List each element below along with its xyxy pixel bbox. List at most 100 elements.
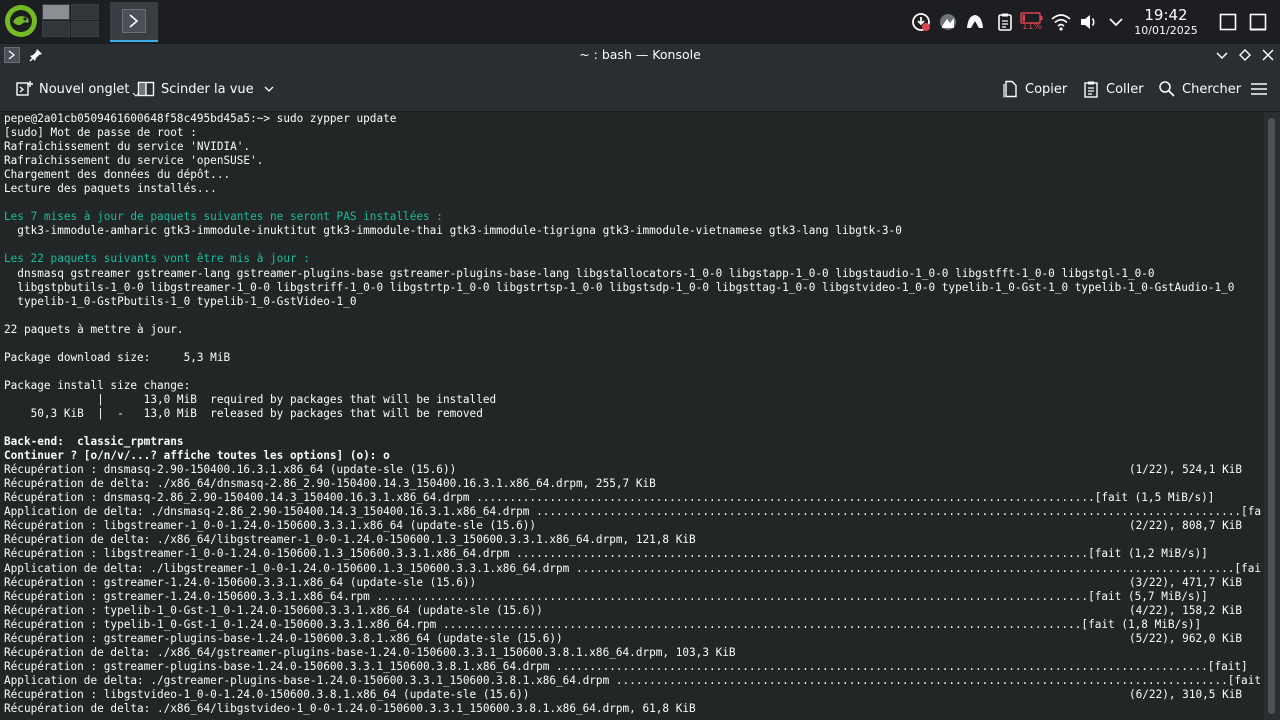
window-title: ~ : bash — Konsole xyxy=(579,47,701,62)
terminal-line-progress: (2/22), 808,7 KiB xyxy=(1128,519,1262,533)
clock-time[interactable]: 19:42 xyxy=(1128,6,1204,24)
window-overview-icon[interactable] xyxy=(1218,12,1238,32)
window-titlebar[interactable]: ~ : bash — Konsole xyxy=(0,44,1280,66)
terminal-line: pepe@2a01cb0509461600648f58c495bd45a5:~>… xyxy=(4,112,1262,126)
terminal-line: Récupération : gstreamer-1.24.0-150600.3… xyxy=(4,576,1262,590)
terminal-output[interactable]: pepe@2a01cb0509461600648f58c495bd45a5:~>… xyxy=(0,112,1264,720)
terminal-line-text: libgstpbutils-1_0-0 libgstreamer-1_0-0 l… xyxy=(4,280,1235,294)
terminal-line: Récupération : libgstvideo-1_0-0-1.24.0-… xyxy=(4,688,1262,702)
desktop-1[interactable] xyxy=(42,4,70,20)
terminal-line: Continuer ? [o/n/v/...? affiche toutes l… xyxy=(4,449,1262,463)
minimize-button[interactable] xyxy=(1214,47,1230,63)
terminal-line: Lecture des paquets installés... xyxy=(4,182,1262,196)
terminal-line-text: Rafraîchissement du service 'openSUSE'. xyxy=(4,154,264,168)
search-button[interactable]: Chercher xyxy=(1158,74,1241,104)
terminal-line-text: Rafraîchissement du service 'NVIDIA'. xyxy=(4,140,251,154)
terminal-line: Récupération : typelib-1_0-Gst-1_0-1.24.… xyxy=(4,604,1262,618)
virtual-desktop-pager[interactable] xyxy=(42,4,100,38)
desktop-4[interactable] xyxy=(71,21,99,37)
terminal-line-text: Récupération de delta: ./x86_64/dnsmasq-… xyxy=(4,477,656,491)
copy-label: Copier xyxy=(1025,81,1068,97)
terminal-line: Récupération : libgstreamer-1_0-0-1.24.0… xyxy=(4,519,1262,533)
terminal-line: Récupération : gstreamer-plugins-base-1.… xyxy=(4,660,1262,674)
terminal-line: Récupération : dnsmasq-2.86_2.90-150400.… xyxy=(4,491,1262,505)
maximize-button[interactable] xyxy=(1237,47,1253,63)
terminal-line-text: gtk3-immodule-amharic gtk3-immodule-inuk… xyxy=(4,224,902,238)
konsole-toolbar: Nouvel onglet Scinder la vue Copier Coll… xyxy=(0,66,1280,112)
terminal-line: Récupération de delta: ./x86_64/gstreame… xyxy=(4,646,1262,660)
vault-icon[interactable] xyxy=(938,12,958,32)
terminal-line: Récupération : typelib-1_0-Gst-1_0-1.24.… xyxy=(4,618,1262,632)
copy-button[interactable]: Copier xyxy=(1001,74,1067,104)
terminal-line: Récupération de delta: ./x86_64/libgstre… xyxy=(4,533,1262,547)
terminal-line-text: Récupération : libgstreamer-1_0-0-1.24.0… xyxy=(4,547,1208,561)
paste-button[interactable]: Coller xyxy=(1082,74,1144,104)
terminal-line-progress: (4/22), 158,2 KiB xyxy=(1128,603,1262,617)
desktop-2[interactable] xyxy=(71,4,99,20)
terminal-line-text: Application de delta: ./libgstreamer-1_0… xyxy=(4,561,1262,575)
terminal-line-text: typelib-1_0-GstPbutils-1_0 typelib-1_0-G… xyxy=(4,294,357,308)
copy-icon xyxy=(1003,80,1017,98)
desktop-3[interactable] xyxy=(42,21,70,37)
terminal-line: gtk3-immodule-amharic gtk3-immodule-inuk… xyxy=(4,224,1262,238)
terminal-line: Application de delta: ./dnsmasq-2.86_2.9… xyxy=(4,505,1262,519)
terminal-line-text: Récupération : dnsmasq-2.90-150400.16.3.… xyxy=(4,463,457,477)
terminal-line: Les 7 mises à jour de paquets suivantes … xyxy=(4,210,1262,224)
split-view-button[interactable]: Scinder la vue xyxy=(137,74,281,104)
terminal-line-text: Récupération : gstreamer-plugins-base-1.… xyxy=(4,659,1248,673)
terminal-line: Package download size: 5,3 MiB xyxy=(4,351,1262,365)
scrollbar-thumb[interactable] xyxy=(1268,118,1275,714)
taskbar-konsole[interactable] xyxy=(110,2,158,42)
terminal-line-text: | 13,0 MiB required by packages that wil… xyxy=(4,392,497,406)
terminal-line-text: Récupération : gstreamer-1.24.0-150600.3… xyxy=(4,589,1208,603)
battery-indicator[interactable]: 11% xyxy=(1020,11,1044,33)
terminal-line: Application de delta: ./gstreamer-plugin… xyxy=(4,674,1262,688)
terminal-scrollbar[interactable] xyxy=(1264,112,1280,720)
terminal-line: Les 22 paquets suivants vont être mis à … xyxy=(4,252,1262,266)
hamburger-menu-icon[interactable] xyxy=(1250,80,1268,98)
opensuse-logo-icon xyxy=(5,5,37,37)
steam-like-icon[interactable] xyxy=(965,12,985,32)
terminal-line: Chargement des données du dépôt... xyxy=(4,168,1262,182)
terminal-line-text: Récupération de delta: ./x86_64/libgstvi… xyxy=(4,701,696,715)
terminal-line-text: Package install size change: xyxy=(4,378,191,392)
new-tab-label: Nouvel onglet xyxy=(39,81,130,97)
terminal-line: | 13,0 MiB required by packages that wil… xyxy=(4,393,1262,407)
show-desktop-icon[interactable] xyxy=(1248,12,1268,32)
terminal-line-text: Les 7 mises à jour de paquets suivantes … xyxy=(4,210,443,224)
chevron-down-icon[interactable] xyxy=(263,83,275,95)
terminal-line: Application de delta: ./libgstreamer-1_0… xyxy=(4,562,1262,576)
clipboard-icon[interactable] xyxy=(995,12,1015,32)
terminal-line-text: Continuer ? [o/n/v/...? affiche toutes l… xyxy=(4,449,390,463)
terminal-line: Récupération : libgstreamer-1_0-0-1.24.0… xyxy=(4,547,1262,561)
new-tab-button[interactable]: Nouvel onglet xyxy=(15,74,146,104)
terminal-line-text: Application de delta: ./dnsmasq-2.86_2.9… xyxy=(4,505,1262,519)
terminal-line-text: Récupération : libgstvideo-1_0-0-1.24.0-… xyxy=(4,687,530,701)
volume-icon[interactable] xyxy=(1079,12,1099,32)
close-button[interactable] xyxy=(1260,47,1276,63)
chevron-down-icon[interactable] xyxy=(1106,12,1126,32)
wifi-icon[interactable] xyxy=(1051,12,1071,32)
terminal-line: 22 paquets à mettre à jour. xyxy=(4,323,1262,337)
terminal-line-text: Récupération : gstreamer-plugins-base-1.… xyxy=(4,631,563,645)
clock-date[interactable]: 10/01/2025 xyxy=(1128,24,1204,37)
terminal-line-text: 22 paquets à mettre à jour. xyxy=(4,322,184,336)
search-label: Chercher xyxy=(1182,81,1242,97)
battery-percent: 11% xyxy=(1021,22,1042,32)
terminal-line: Récupération de delta: ./x86_64/libgstvi… xyxy=(4,702,1262,716)
terminal-line-text: Récupération : typelib-1_0-Gst-1_0-1.24.… xyxy=(4,617,1202,631)
terminal-line-text: dnsmasq gstreamer gstreamer-lang gstream… xyxy=(4,266,1155,280)
terminal-line-text: Les 22 paquets suivants vont être mis à … xyxy=(4,252,310,266)
search-icon xyxy=(1159,81,1175,97)
terminal-line: Récupération de delta: ./x86_64/dnsmasq-… xyxy=(4,477,1262,491)
update-notifier-icon[interactable] xyxy=(911,12,931,32)
terminal-line: Rafraîchissement du service 'NVIDIA'. xyxy=(4,140,1262,154)
application-launcher[interactable] xyxy=(4,4,38,38)
terminal-line-text: Récupération de delta: ./x86_64/libgstre… xyxy=(4,533,696,547)
